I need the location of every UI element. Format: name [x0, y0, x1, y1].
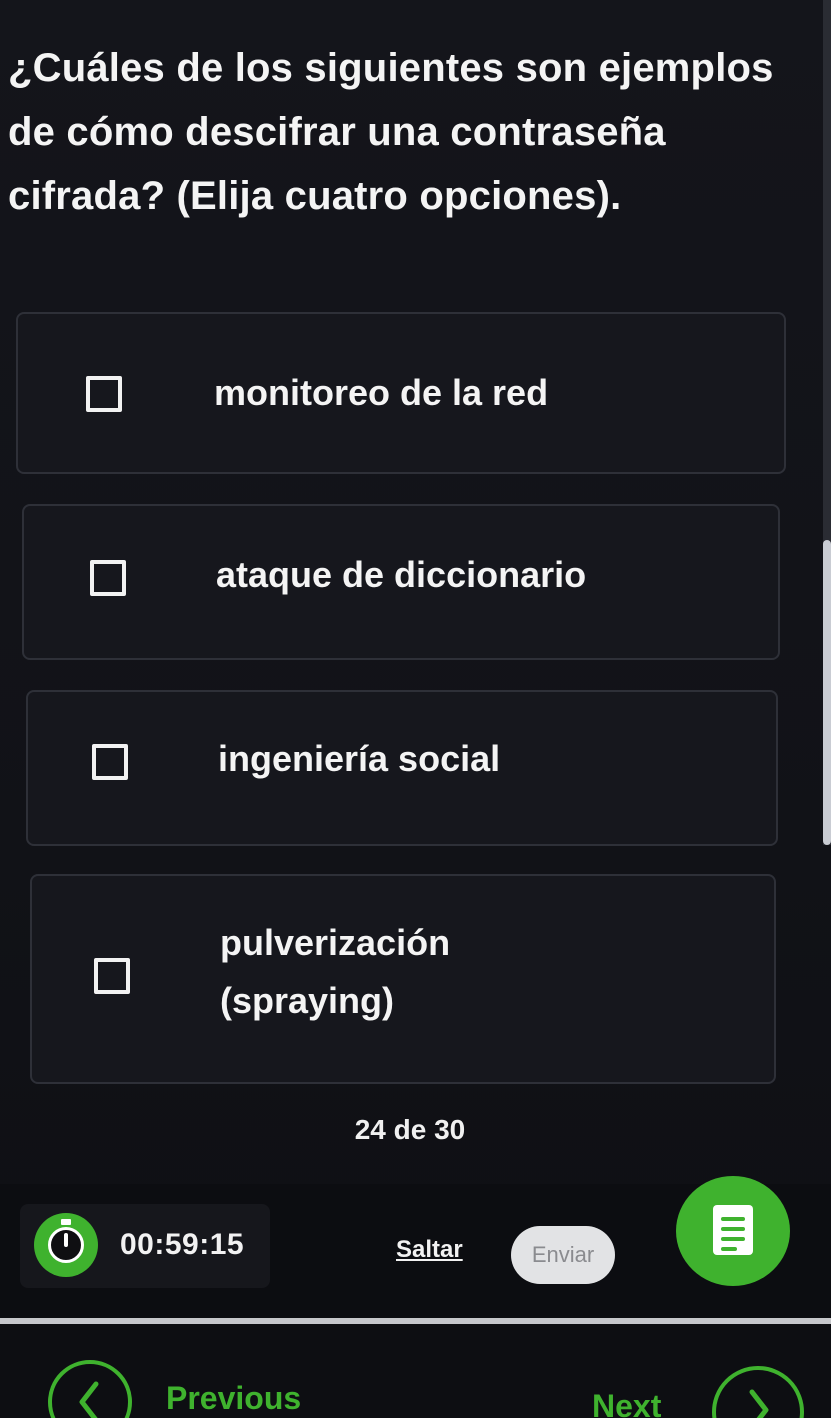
previous-arrow-button[interactable] [48, 1360, 132, 1418]
stopwatch-icon [34, 1213, 98, 1277]
question-list-button[interactable] [676, 1176, 790, 1286]
option-2[interactable]: ataque de diccionario [22, 504, 780, 660]
option-label: monitoreo de la red [214, 372, 549, 413]
option-label: pulverización (spraying) [220, 922, 451, 1021]
next-button[interactable]: Next [592, 1388, 661, 1418]
option-4[interactable]: pulverización (spraying) [30, 874, 776, 1084]
question-text: ¿Cuáles de los siguientes son ejemplos d… [8, 46, 774, 218]
previous-button[interactable]: Previous [166, 1380, 301, 1417]
checkbox[interactable] [94, 958, 130, 994]
scrollbar[interactable] [823, 0, 831, 845]
quiz-screen: ¿Cuáles de los siguientes son ejemplos d… [0, 0, 831, 1418]
scrollbar-thumb[interactable] [823, 540, 831, 845]
option-1[interactable]: monitoreo de la red [16, 312, 786, 474]
skip-link[interactable]: Saltar [396, 1236, 463, 1264]
timer-value: 00:59:15 [120, 1228, 245, 1261]
option-label: ingeniería social [218, 738, 501, 779]
chevron-right-icon [749, 1389, 769, 1418]
checkbox[interactable] [86, 376, 122, 412]
chevron-left-icon [79, 1381, 99, 1418]
question-progress: 24 de 30 [354, 1114, 466, 1145]
submit-button[interactable]: Enviar [511, 1226, 615, 1284]
next-arrow-button[interactable] [712, 1366, 804, 1418]
option-label: ataque de diccionario [216, 554, 587, 595]
list-icon [713, 1205, 753, 1255]
checkbox[interactable] [90, 560, 126, 596]
checkbox[interactable] [92, 744, 128, 780]
option-3[interactable]: ingeniería social [26, 690, 778, 846]
